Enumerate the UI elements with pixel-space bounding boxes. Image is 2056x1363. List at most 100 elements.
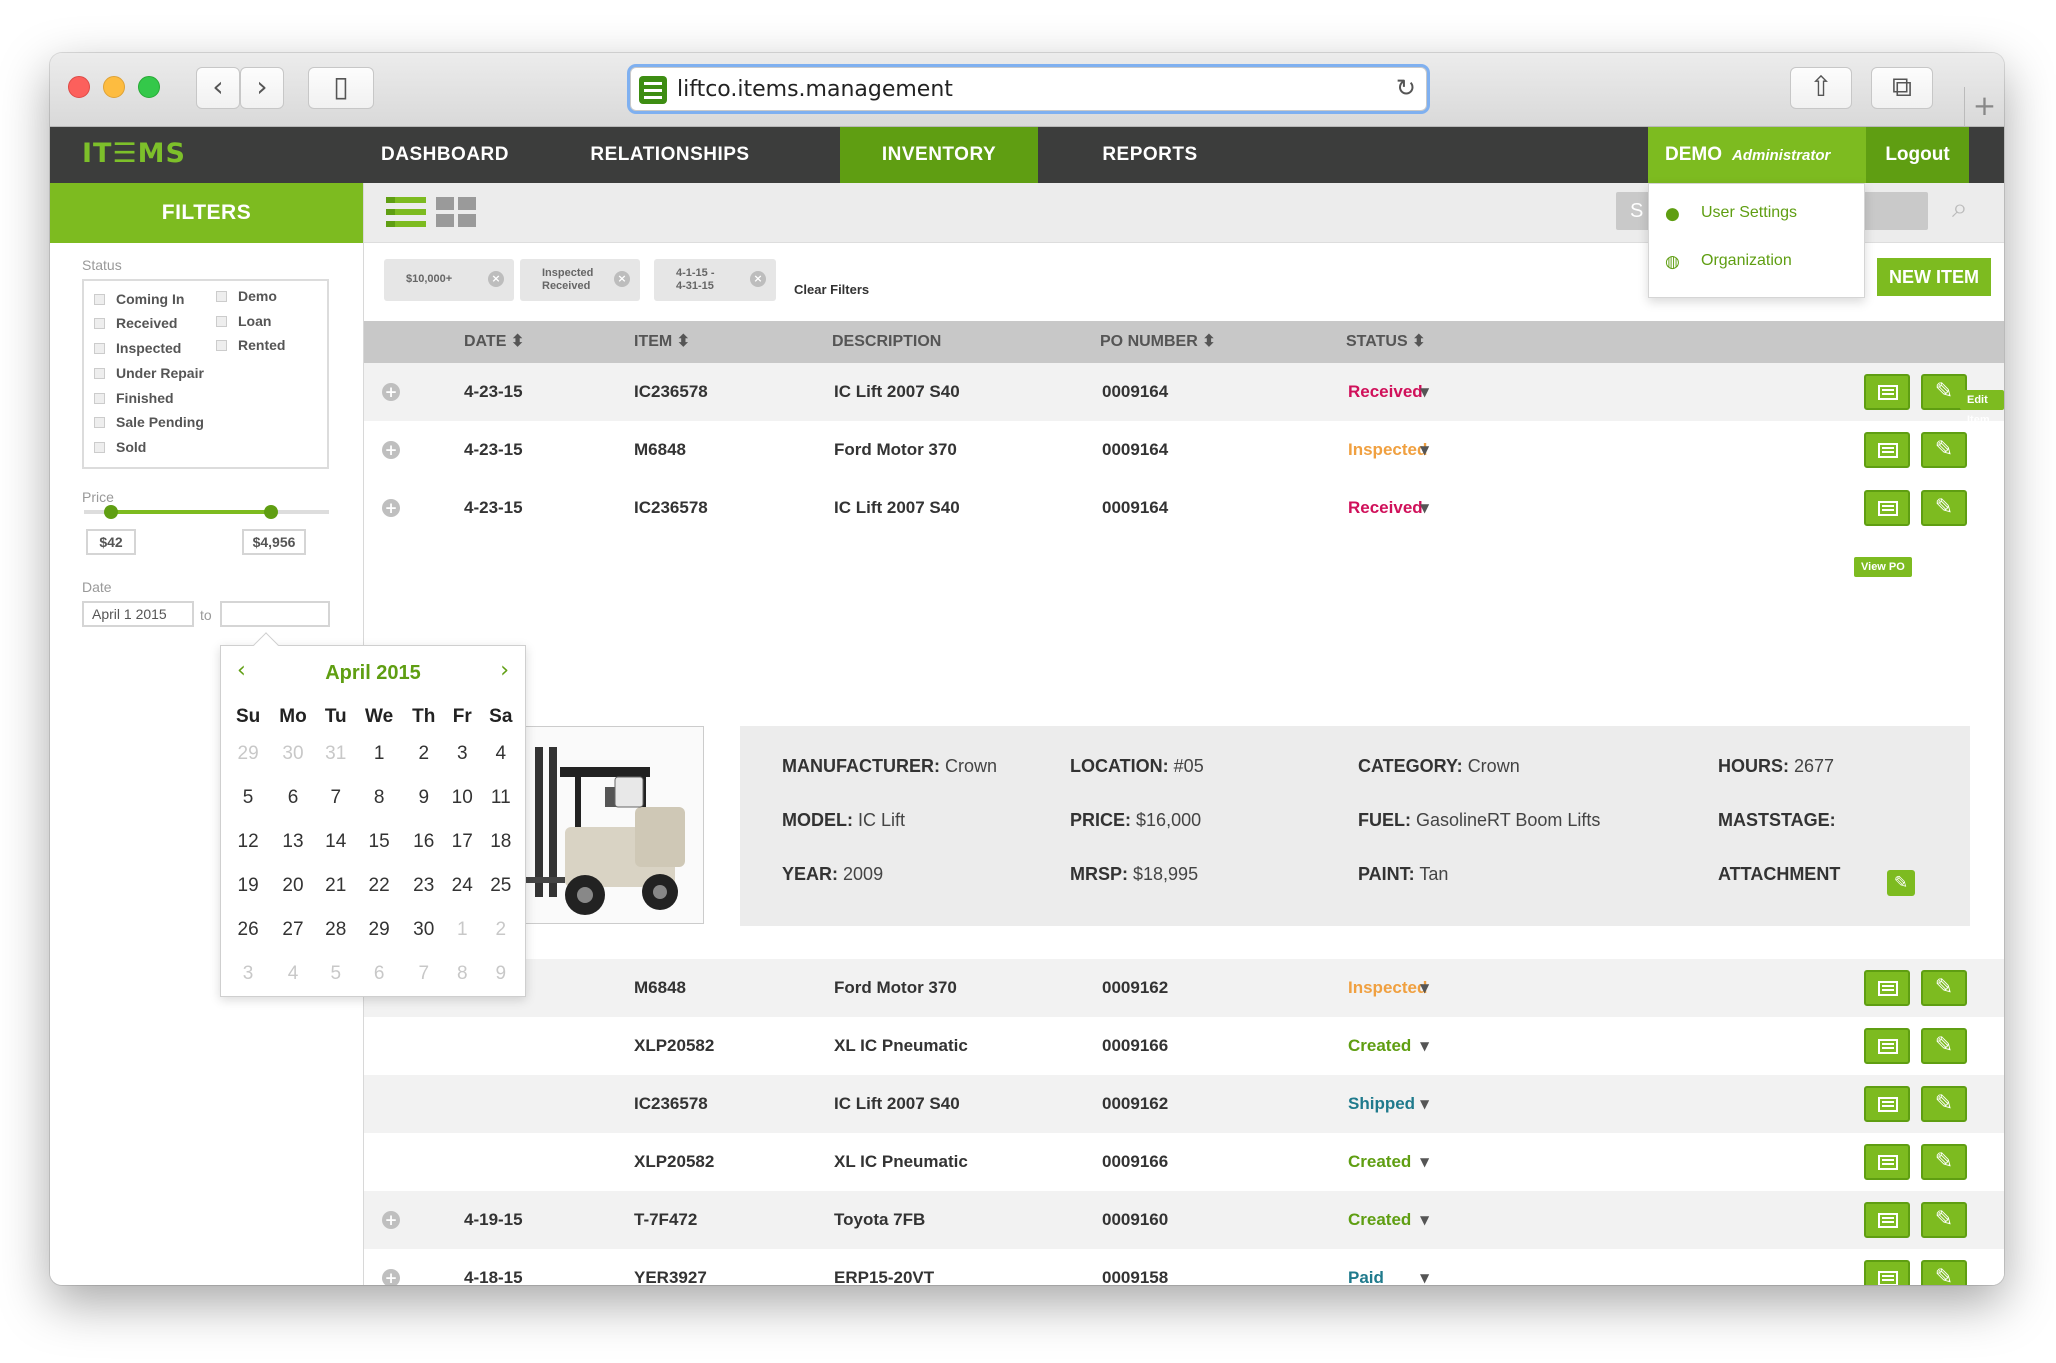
status-dropdown[interactable]: Shipped [1348, 1075, 1415, 1133]
view-po-button[interactable] [1864, 1202, 1910, 1238]
status-checkbox[interactable]: Loan [216, 313, 271, 329]
calendar-day[interactable]: 11 [481, 776, 521, 820]
close-window-button[interactable] [68, 76, 90, 98]
nav-dashboard[interactable]: DASHBOARD [360, 127, 530, 183]
status-dropdown[interactable]: Inspected [1348, 421, 1427, 479]
minimize-window-button[interactable] [103, 76, 125, 98]
calendar-day[interactable]: 21 [317, 864, 355, 908]
clear-filters-link[interactable]: Clear Filters [794, 282, 869, 297]
calendar-day[interactable]: 10 [444, 776, 481, 820]
view-po-button[interactable] [1864, 374, 1910, 410]
edit-item-button[interactable]: ✎ [1921, 1086, 1967, 1122]
grid-view-icon[interactable] [436, 197, 476, 227]
chevron-down-icon[interactable]: ▼ [1420, 1133, 1429, 1191]
status-dropdown[interactable]: Created [1348, 1017, 1411, 1075]
calendar-day[interactable]: 28 [317, 908, 355, 952]
chevron-down-icon[interactable]: ▼ [1420, 1191, 1429, 1249]
table-row[interactable]: +4-18-15 YER3927 ERP15-20VT 0009158 Paid ▼ ✎ [364, 1249, 2004, 1285]
chevron-down-icon[interactable]: ▼ [1420, 1075, 1429, 1133]
calendar-day[interactable]: 27 [269, 908, 317, 952]
view-po-button[interactable] [1864, 970, 1910, 1006]
reload-icon[interactable]: ↻ [1396, 74, 1416, 102]
calendar-day[interactable]: 4 [481, 732, 521, 776]
calendar-day[interactable]: 25 [481, 864, 521, 908]
chevron-down-icon[interactable]: ▼ [1420, 421, 1429, 479]
remove-chip-icon[interactable]: × [750, 271, 766, 287]
expand-row-icon[interactable]: + [382, 1211, 400, 1229]
calendar-day[interactable]: 7 [404, 952, 444, 996]
expand-row-icon[interactable]: + [382, 1269, 400, 1285]
table-row[interactable]: IC236578 IC Lift 2007 S40 0009162 Shipped ▼ ✎ [364, 1075, 2004, 1133]
col-item[interactable]: ITEM ⬍ [634, 321, 690, 363]
calendar-day[interactable]: 31 [317, 732, 355, 776]
status-checkbox[interactable]: Received [94, 315, 177, 331]
calendar-day[interactable]: 8 [355, 776, 404, 820]
attachment-icon[interactable]: ✎ [1887, 870, 1915, 896]
calendar-day[interactable]: 12 [227, 820, 269, 864]
edit-item-button[interactable]: ✎ [1921, 432, 1967, 468]
calendar-day[interactable]: 2 [404, 732, 444, 776]
edit-item-button[interactable]: ✎ [1921, 1202, 1967, 1238]
expand-row-icon[interactable]: + [382, 383, 400, 401]
status-checkbox[interactable]: Sold [94, 439, 146, 455]
chevron-down-icon[interactable]: ▼ [1420, 959, 1429, 1017]
table-row[interactable]: M6848 Ford Motor 370 0009162 Inspected ▼ ✎ [364, 959, 2004, 1017]
table-row[interactable]: +4-19-15 T-7F472 Toyota 7FB 0009160 Created ▼… [364, 1191, 2004, 1249]
col-po-number[interactable]: PO NUMBER ⬍ [1100, 321, 1216, 363]
filter-chip[interactable]: 4-1-15 -4-31-15 × [654, 259, 776, 301]
new-tab-icon[interactable]: + [1964, 87, 2004, 127]
calendar-day[interactable]: 19 [227, 864, 269, 908]
show-tabs-icon[interactable]: ⧉ [1871, 67, 1933, 109]
remove-chip-icon[interactable]: × [488, 271, 504, 287]
status-checkbox[interactable]: Coming In [94, 291, 184, 307]
share-icon[interactable]: ⇧ [1790, 67, 1852, 109]
back-icon[interactable]: ‹ [196, 67, 240, 109]
calendar-day[interactable]: 29 [355, 908, 404, 952]
calendar-day[interactable]: 3 [227, 952, 269, 996]
table-row[interactable]: XLP20582 XL IC Pneumatic 0009166 Created ▼ ✎ [364, 1133, 2004, 1191]
status-checkbox[interactable]: Rented [216, 337, 285, 353]
calendar-day[interactable]: 8 [444, 952, 481, 996]
calendar-day[interactable]: 30 [269, 732, 317, 776]
calendar-day[interactable]: 14 [317, 820, 355, 864]
sidebar-toggle-icon[interactable]: ▯ [308, 67, 374, 109]
col-date[interactable]: DATE ⬍ [464, 321, 524, 363]
price-max-handle[interactable] [264, 505, 278, 519]
filter-chip[interactable]: $10,000+ × [384, 259, 514, 301]
calendar-day[interactable]: 2 [481, 908, 521, 952]
calendar-day[interactable]: 24 [444, 864, 481, 908]
view-po-button[interactable] [1864, 432, 1910, 468]
calendar-day[interactable]: 15 [355, 820, 404, 864]
status-dropdown[interactable]: Received [1348, 363, 1423, 421]
nav-relationships[interactable]: RELATIONSHIPS [570, 127, 770, 183]
calendar-day[interactable]: 16 [404, 820, 444, 864]
status-dropdown[interactable]: Received [1348, 479, 1423, 537]
calendar-day[interactable]: 1 [444, 908, 481, 952]
user-menu[interactable]: DEMO Administrator [1648, 127, 1866, 183]
calendar-day[interactable]: 9 [404, 776, 444, 820]
date-from-input[interactable]: April 1 2015 [82, 601, 194, 627]
calendar-day[interactable]: 22 [355, 864, 404, 908]
logout-button[interactable]: Logout [1866, 127, 1969, 183]
status-checkbox[interactable]: Under Repair [94, 365, 204, 381]
calendar-day[interactable]: 5 [227, 776, 269, 820]
nav-reports[interactable]: REPORTS [1090, 127, 1210, 183]
list-view-icon[interactable] [386, 197, 426, 227]
edit-item-button[interactable]: ✎ [1921, 1028, 1967, 1064]
view-po-button[interactable] [1864, 1144, 1910, 1180]
search-icon[interactable]: ⌕ [1952, 191, 1968, 225]
price-max-value[interactable]: $4,956 [242, 529, 306, 555]
zoom-window-button[interactable] [138, 76, 160, 98]
calendar-day[interactable]: 5 [317, 952, 355, 996]
calendar-day[interactable]: 3 [444, 732, 481, 776]
chevron-down-icon[interactable]: ▼ [1420, 479, 1429, 537]
expand-row-icon[interactable]: + [382, 499, 400, 517]
price-min-handle[interactable] [104, 505, 118, 519]
status-checkbox[interactable]: Demo [216, 288, 277, 304]
status-dropdown[interactable]: Created [1348, 1191, 1411, 1249]
filter-chip[interactable]: Inspected Received × [520, 259, 640, 301]
calendar-day[interactable]: 6 [269, 776, 317, 820]
calendar-day[interactable]: 18 [481, 820, 521, 864]
view-po-button[interactable] [1864, 490, 1910, 526]
calendar-day[interactable]: 9 [481, 952, 521, 996]
